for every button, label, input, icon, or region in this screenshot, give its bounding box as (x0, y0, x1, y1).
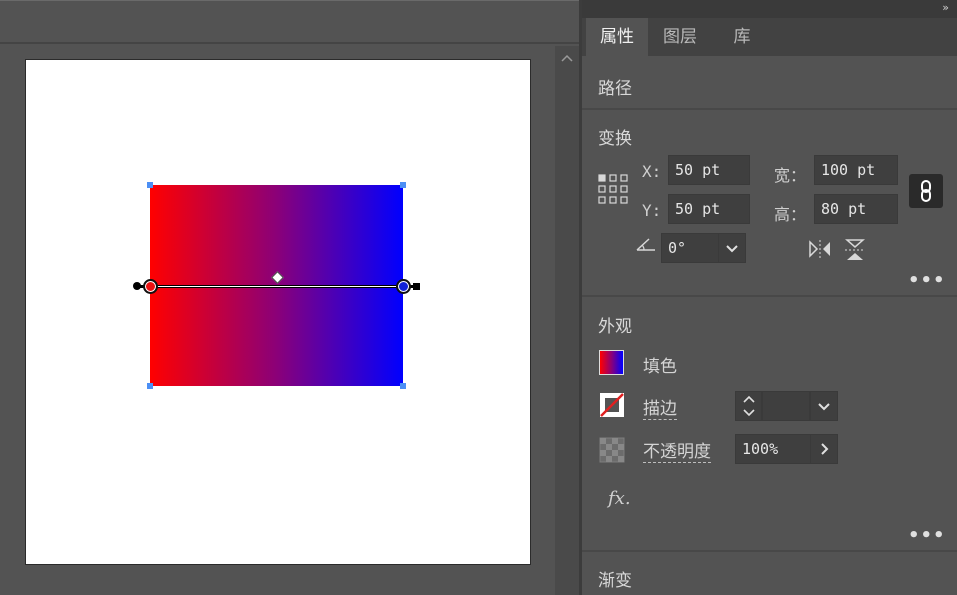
canvas-top-bar (0, 0, 579, 44)
height-label: 高： (774, 205, 807, 224)
flip-horizontal-icon[interactable] (808, 239, 832, 259)
panel-tabs: 属性 图层 库 (582, 18, 957, 56)
section-title-appearance: 外观 (598, 317, 632, 337)
spinner-icon (743, 395, 755, 417)
selection-handle-top-left[interactable] (147, 182, 153, 188)
gradient-origin-handle[interactable] (133, 282, 141, 290)
link-proportions-button[interactable] (909, 174, 943, 208)
section-separator (582, 295, 957, 297)
section-separator (582, 550, 957, 552)
chevron-down-icon (726, 245, 738, 253)
y-field[interactable]: 50 pt (668, 194, 750, 224)
scroll-up-icon[interactable] (560, 52, 574, 64)
y-label: Y: (642, 201, 662, 220)
collapse-panel-icon[interactable]: » (942, 1, 949, 14)
section-title-transform: 变换 (598, 129, 632, 149)
section-title-gradient: 渐变 (598, 571, 632, 591)
panel-header-bar: » (582, 0, 957, 18)
height-field[interactable]: 80 pt (814, 194, 898, 224)
section-title-path: 路径 (598, 79, 632, 99)
stroke-weight-spinner[interactable] (735, 391, 762, 421)
opacity-checker-icon[interactable] (599, 437, 625, 463)
effects-button[interactable]: fx. (608, 488, 631, 509)
reference-point-icon[interactable] (598, 174, 628, 204)
rotation-field[interactable]: 0° (661, 233, 719, 263)
chevron-down-icon (818, 403, 830, 411)
tab-library[interactable]: 库 (712, 18, 772, 56)
gradient-end-handle[interactable] (413, 283, 420, 290)
fill-swatch[interactable] (599, 350, 624, 375)
angle-icon (636, 238, 655, 251)
gradient-annotator-highlight (150, 286, 404, 287)
tab-layers[interactable]: 图层 (648, 18, 712, 56)
opacity-expand-button[interactable] (810, 434, 838, 464)
appearance-more-options[interactable]: ••• (908, 525, 946, 546)
stroke-weight-field[interactable] (762, 391, 810, 421)
selection-handle-bottom-right[interactable] (400, 383, 406, 389)
selection-handle-top-right[interactable] (400, 182, 406, 188)
stroke-none-icon[interactable] (599, 392, 625, 418)
width-field[interactable]: 100 pt (814, 155, 898, 185)
transform-more-options[interactable]: ••• (908, 270, 946, 291)
x-field[interactable]: 50 pt (668, 155, 750, 185)
width-label: 宽： (774, 166, 807, 185)
section-separator (582, 108, 957, 110)
canvas-area[interactable] (0, 0, 579, 595)
gradient-stop-red[interactable] (143, 279, 158, 294)
gradient-stop-blue[interactable] (396, 279, 411, 294)
opacity-field[interactable]: 100% (735, 434, 811, 464)
x-label: X: (642, 162, 662, 181)
tab-properties[interactable]: 属性 (586, 18, 648, 56)
fill-label: 填色 (643, 357, 677, 377)
properties-panel: » 属性 图层 库 路径 变换 X: 50 pt 宽： 100 pt Y: 50… (582, 0, 957, 595)
stroke-label[interactable]: 描边 (643, 394, 677, 420)
rotation-dropdown-button[interactable] (718, 233, 746, 263)
stroke-weight-dropdown[interactable] (810, 391, 838, 421)
selection-handle-bottom-left[interactable] (147, 383, 153, 389)
opacity-label[interactable]: 不透明度 (643, 437, 711, 463)
chevron-right-icon (821, 443, 829, 455)
flip-vertical-icon[interactable] (844, 238, 866, 262)
link-proportions-icon (921, 180, 931, 202)
vertical-scrollbar[interactable] (555, 46, 579, 595)
